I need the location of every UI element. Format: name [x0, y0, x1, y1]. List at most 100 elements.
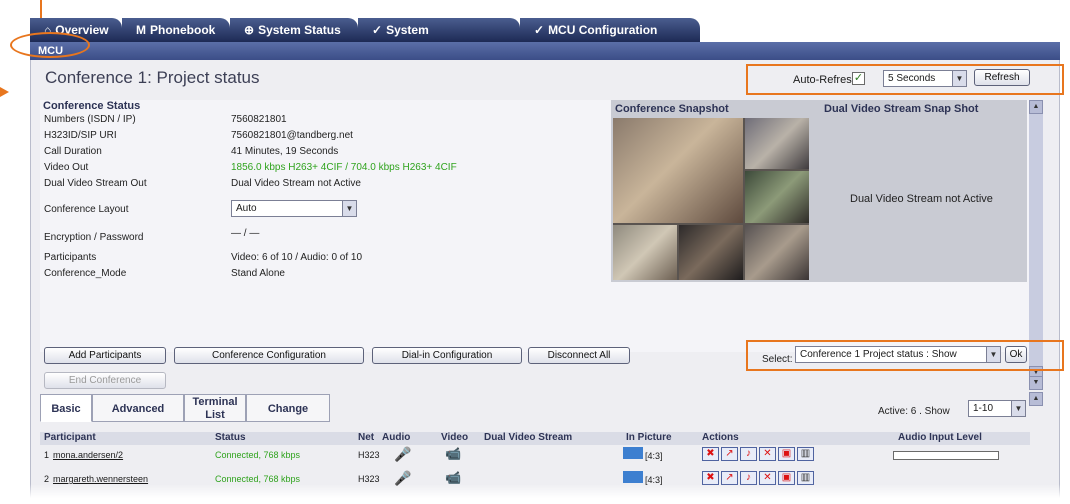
mute-audio-icon[interactable]: ♪ [740, 447, 757, 461]
column-header-audio: Audio [382, 432, 411, 443]
status-row-label: Encryption / Password [44, 232, 144, 243]
tab-system-configuration[interactable]: ✓System Configuration [358, 18, 520, 61]
add-participants-button[interactable]: Add Participants [44, 347, 166, 364]
chevron-down-icon: ▼ [1011, 401, 1025, 416]
row-number: 2 [44, 474, 50, 484]
column-header-dual-video: Dual Video Stream [484, 432, 573, 443]
status-row-value: Video: 6 of 10 / Audio: 0 of 10 [231, 252, 363, 263]
phonebook-icon: M [136, 23, 146, 37]
show-range-value: 1-10 [973, 403, 994, 414]
block-video-icon[interactable]: ▣ [778, 471, 795, 485]
status-row-label: Participants [44, 252, 97, 263]
conference-snapshot-image [613, 118, 809, 280]
disconnect-all-button[interactable]: Disconnect All [528, 347, 630, 364]
column-header-participant: Participant [44, 432, 96, 443]
status-row-label: Video Out [44, 162, 89, 173]
show-range-select[interactable]: 1-10 ▼ [968, 400, 1026, 417]
mute-video-icon[interactable]: ✕ [759, 471, 776, 485]
video-camera-icon[interactable]: 📹 [445, 446, 461, 462]
column-header-actions: Actions [702, 432, 739, 443]
active-show-label: Active: 6 . Show [878, 406, 950, 417]
scroll-up-icon[interactable]: ▲ [1029, 100, 1043, 114]
vertical-scrollbar[interactable]: ▲ ▼ [1029, 100, 1043, 380]
video-cell [613, 225, 677, 280]
disconnect-icon[interactable]: ✖ [702, 471, 719, 485]
in-picture-ratio: [4:3] [645, 451, 663, 461]
scroll-up-icon[interactable]: ▲ [1029, 392, 1043, 406]
participant-status: Connected, 768 kbps [215, 474, 301, 484]
dual-video-snapshot-header: Dual Video Stream Snap Shot [824, 103, 979, 115]
column-header-net: Net [358, 432, 375, 443]
dialin-configuration-button[interactable]: Dial-in Configuration [372, 347, 522, 364]
tab-basic[interactable]: Basic [40, 394, 92, 422]
participant-net: H323 [358, 450, 380, 460]
status-row-value: Stand Alone [231, 268, 285, 279]
tab-phonebook[interactable]: M Phonebook [122, 18, 230, 42]
chevron-down-icon: ▼ [952, 71, 966, 86]
tab-change[interactable]: Change [246, 394, 330, 422]
refresh-interval-value: 5 Seconds [888, 73, 936, 84]
status-row-label: H323ID/SIP URI [44, 130, 117, 141]
status-row-label: Dual Video Stream Out [44, 178, 147, 189]
video-cell [745, 118, 809, 169]
chevron-down-icon: ▼ [986, 347, 1000, 362]
column-header-audio-input-level: Audio Input Level [898, 432, 982, 443]
block-video-icon[interactable]: ▣ [778, 447, 795, 461]
layout-grid-icon[interactable] [623, 447, 643, 459]
mute-audio-icon[interactable]: ♪ [740, 471, 757, 485]
conference-snapshot-header: Conference Snapshot [615, 103, 729, 115]
refresh-interval-select[interactable]: 5 Seconds ▼ [883, 70, 967, 87]
tab-terminal-list-label: Terminal List [192, 396, 238, 421]
dual-video-message: Dual Video Stream not Active [850, 193, 993, 205]
refresh-button[interactable]: Refresh [974, 69, 1030, 86]
main-tab-bar: ⌂ Overview M Phonebook ⊕ System Status ✓ Sys… [30, 18, 1070, 61]
ok-button[interactable]: Ok [1005, 346, 1027, 363]
select-label: Select: [762, 354, 793, 365]
video-cell [745, 171, 809, 223]
scroll-down-icon[interactable]: ▼ [1029, 376, 1043, 390]
participant-name-link[interactable]: margareth.wennersteen [53, 474, 148, 484]
status-icon: ⊕ [244, 23, 255, 37]
tab-phonebook-label: Phonebook [150, 23, 216, 37]
tab-system-status[interactable]: ⊕ System Status [230, 18, 358, 42]
conference-layout-select[interactable]: Auto ▼ [231, 200, 357, 217]
status-row-value: 41 Minutes, 19 Seconds [231, 146, 339, 157]
autorefresh-checkbox[interactable]: ✓ [852, 72, 865, 85]
participant-status: Connected, 768 kbps [215, 450, 301, 460]
conference-layout-value: Auto [236, 203, 257, 214]
phonebook-icon[interactable]: ▥ [797, 471, 814, 485]
annotation-ellipse-mcu [10, 32, 90, 58]
transfer-icon[interactable]: ↗ [721, 447, 738, 461]
row-number: 1 [44, 450, 50, 460]
disconnect-icon[interactable]: ✖ [702, 447, 719, 461]
page-title: Conference 1: Project status [45, 68, 260, 87]
tab-terminal-list[interactable]: Terminal List [184, 394, 246, 422]
audio-muted-icon[interactable]: 🎤 [394, 446, 411, 463]
view-select-value: Conference 1 Project status : Show [800, 349, 957, 360]
transfer-icon[interactable]: ↗ [721, 471, 738, 485]
page-curl-edge [0, 484, 1070, 504]
column-header-video: Video [441, 432, 469, 443]
wrench-icon: ✓ [534, 23, 545, 37]
status-row-value: — / — [231, 228, 260, 239]
mute-video-icon[interactable]: ✕ [759, 447, 776, 461]
status-row-value: 7560821801 [231, 114, 287, 125]
audio-input-level-bar [893, 451, 999, 460]
status-row-value: 7560821801@tandberg.net [231, 130, 353, 141]
conference-configuration-button[interactable]: Conference Configuration [174, 347, 364, 364]
participant-name-link[interactable]: mona.andersen/2 [53, 450, 123, 460]
phonebook-icon[interactable]: ▥ [797, 447, 814, 461]
wrench-icon: ✓ [372, 23, 383, 37]
row-actions: ✖ ↗ ♪ ✕ ▣ ▥ [702, 471, 816, 485]
status-row-value: 1856.0 kbps H263+ 4CIF / 704.0 kbps H263… [231, 162, 457, 173]
tab-advanced[interactable]: Advanced [92, 394, 184, 422]
end-conference-button[interactable]: End Conference [44, 372, 166, 389]
status-row-label: Numbers (ISDN / IP) [44, 114, 136, 125]
conference-status-header: Conference Status [43, 100, 141, 112]
tab-system-status-label: System Status [258, 23, 341, 37]
layout-grid-icon[interactable] [623, 471, 643, 483]
tab-mcu-configuration[interactable]: ✓ MCU Configuration [520, 18, 700, 42]
chevron-down-icon: ▼ [342, 201, 356, 216]
autorefresh-label: Auto-Refresh: [793, 74, 861, 86]
view-select[interactable]: Conference 1 Project status : Show ▼ [795, 346, 1001, 363]
